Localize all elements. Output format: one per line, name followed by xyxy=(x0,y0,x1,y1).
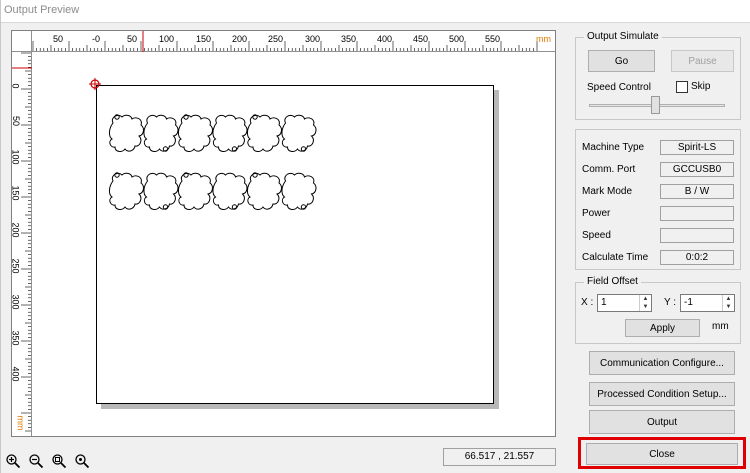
ruler-top-label: -0 xyxy=(92,34,101,44)
ruler-top-label: 450 xyxy=(413,34,429,44)
ruler-left-label: 0 xyxy=(10,83,21,89)
design-outline-shape xyxy=(281,114,317,152)
ruler-top-label: 350 xyxy=(341,34,357,44)
speed-slider-thumb[interactable] xyxy=(651,96,660,114)
offset-unit-label: mm xyxy=(712,321,729,332)
output-button[interactable]: Output xyxy=(589,410,735,434)
offset-x-input[interactable]: 1 ▲ ▼ xyxy=(597,294,652,312)
spin-down-icon[interactable]: ▼ xyxy=(723,303,734,311)
calculate-time-label: Calculate Time xyxy=(582,252,649,263)
comm-port-label: Comm. Port xyxy=(582,164,636,175)
communication-configure-button[interactable]: Communication Configure... xyxy=(589,351,735,375)
offset-y-spinner[interactable]: ▲ ▼ xyxy=(722,295,734,311)
ruler-top-label: 50 xyxy=(53,34,64,44)
mark-mode-label: Mark Mode xyxy=(582,186,633,197)
spin-up-icon[interactable]: ▲ xyxy=(723,295,734,303)
pause-button[interactable]: Pause xyxy=(671,50,734,72)
machine-type-label: Machine Type xyxy=(582,142,645,153)
ruler-left-label: 250 xyxy=(10,258,21,274)
ruler-left-label: 200 xyxy=(10,222,21,238)
window-title: Output Preview xyxy=(4,4,80,16)
offset-x-spinner[interactable]: ▲ ▼ xyxy=(639,295,651,311)
ruler-left-label: 50 xyxy=(11,115,22,127)
machine-type-value: Spirit-LS xyxy=(660,140,734,155)
ruler-top-unit: mm xyxy=(536,34,551,44)
comm-port-value: GCCUSB0 xyxy=(660,162,734,177)
mark-mode-value: B / W xyxy=(660,184,734,199)
design-outline-shape xyxy=(212,114,248,152)
speed-control-label: Speed Control xyxy=(587,82,651,93)
ruler-top xyxy=(32,31,555,52)
cursor-coordinates: 66.517 , 21.557 xyxy=(443,448,556,466)
power-label: Power xyxy=(582,208,611,219)
output-simulate-title: Output Simulate xyxy=(584,31,662,42)
zoom-in-icon[interactable] xyxy=(5,453,21,469)
ruler-left-label: 400 xyxy=(10,366,21,382)
speed-value xyxy=(660,228,734,243)
ruler-top-label: 300 xyxy=(305,34,321,44)
design-outline-shape xyxy=(281,172,317,210)
go-button[interactable]: Go xyxy=(588,50,655,72)
ruler-top-label: 400 xyxy=(377,34,393,44)
design-outline-shape xyxy=(178,114,213,152)
ruler-top-label: 100 xyxy=(159,34,175,44)
ruler-left-label: 300 xyxy=(10,294,21,310)
offset-x-value: 1 xyxy=(601,297,607,308)
offset-y-label: Y : xyxy=(664,297,677,308)
design-outline-shape xyxy=(247,114,282,152)
processed-condition-setup-button[interactable]: Processed Condition Setup... xyxy=(589,382,735,406)
calculate-time-value: 0:0:2 xyxy=(660,250,734,265)
skip-checkbox[interactable] xyxy=(676,81,688,93)
ruler-top-label: 250 xyxy=(268,34,284,44)
ruler-top-label: 50 xyxy=(127,34,138,44)
design-outline-shape xyxy=(247,172,282,210)
title-divider xyxy=(1,22,750,23)
offset-y-value: -1 xyxy=(684,297,693,308)
ruler-top-label: 200 xyxy=(232,34,248,44)
ruler-left-label: 150 xyxy=(10,185,21,201)
field-offset-title: Field Offset xyxy=(584,276,641,287)
design-outline-shape xyxy=(143,114,179,152)
design-outline-shape xyxy=(109,114,144,152)
ruler-corner xyxy=(12,31,32,52)
title-bar: Output Preview xyxy=(1,0,750,22)
power-value xyxy=(660,206,734,221)
offset-x-label: X : xyxy=(581,297,594,308)
design-outline-shape xyxy=(143,172,179,210)
zoom-out-icon[interactable] xyxy=(28,453,44,469)
ruler-top-label: 500 xyxy=(449,34,465,44)
ruler-left-label: 350 xyxy=(10,330,21,346)
origin-marker-icon xyxy=(89,78,101,90)
ruler-left-label: 100 xyxy=(10,149,21,165)
design-outline-shape xyxy=(178,172,213,210)
offset-y-input[interactable]: -1 ▲ ▼ xyxy=(680,294,735,312)
zoom-actual-icon[interactable] xyxy=(74,453,90,469)
speed-label: Speed xyxy=(582,230,611,241)
spin-up-icon[interactable]: ▲ xyxy=(640,295,651,303)
skip-label: Skip xyxy=(691,81,711,92)
spin-down-icon[interactable]: ▼ xyxy=(640,303,651,311)
ruler-top-label: 150 xyxy=(196,34,212,44)
design-outline-shape xyxy=(109,172,144,210)
ruler-top-label: 550 xyxy=(485,34,501,44)
design-outline-shape xyxy=(212,172,248,210)
close-highlight-box xyxy=(578,437,746,469)
zoom-fit-icon[interactable] xyxy=(51,453,67,469)
design-outlines xyxy=(109,114,317,210)
output-preview-window: Output Preview 50 -0 50 100 150 200 250 … xyxy=(0,0,750,473)
apply-button[interactable]: Apply xyxy=(625,319,700,337)
ruler-left-unit: mm xyxy=(15,415,26,431)
